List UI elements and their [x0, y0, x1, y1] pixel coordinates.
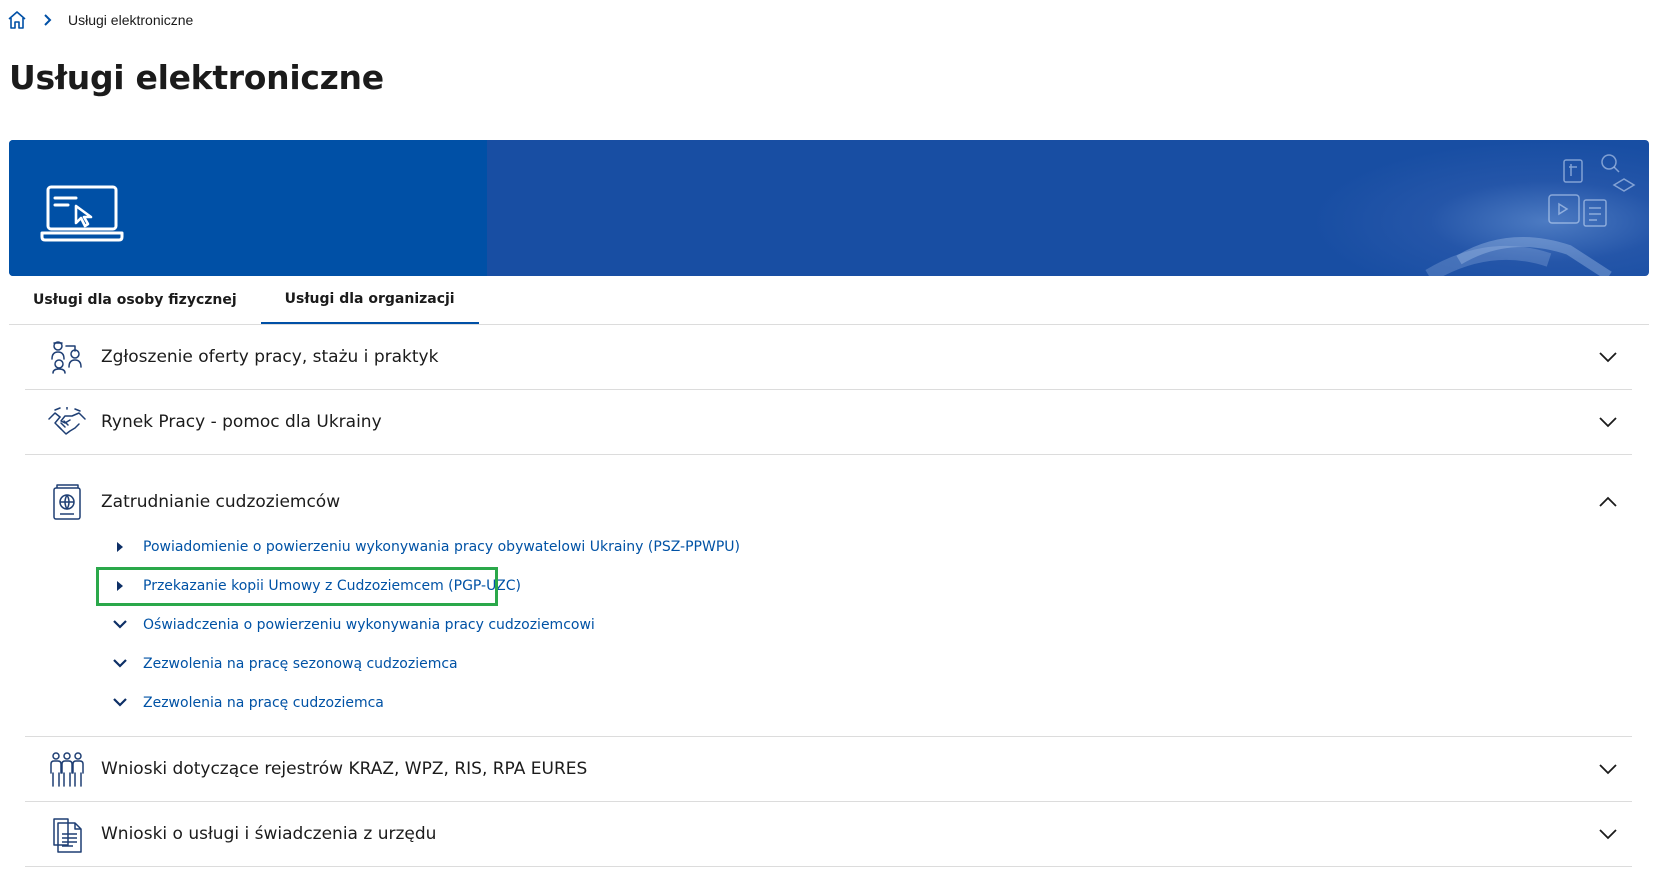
handshake-icon [47, 402, 87, 442]
chevron-down-icon[interactable] [1598, 759, 1618, 779]
accordion-title: Zatrudnianie cudzoziemców [101, 492, 341, 512]
accordion-header-ukraina[interactable]: Rynek Pracy - pomoc dla Ukrainy [25, 390, 1632, 454]
tab-organizacji[interactable]: Usługi dla organizacji [260, 276, 479, 324]
tab-osoby-fizycznej[interactable]: Usługi dla osoby fizycznej [9, 276, 261, 324]
chevron-right-icon [42, 14, 54, 26]
caret-right-icon [111, 538, 129, 556]
accordion-title: Wnioski dotyczące rejestrów KRAZ, WPZ, R… [101, 759, 588, 779]
services-accordion: Zgłoszenie oferty pracy, stażu i praktyk… [25, 325, 1632, 867]
accordion-header-oferty-pracy[interactable]: Zgłoszenie oferty pracy, stażu i praktyk [25, 325, 1632, 389]
chevron-down-icon [111, 694, 129, 712]
service-group-oswiadczenia[interactable]: Oświadczenia o powierzeniu wykonywania p… [111, 605, 1632, 644]
accordion-title: Rynek Pracy - pomoc dla Ukrainy [101, 412, 382, 432]
service-group-label[interactable]: Oświadczenia o powierzeniu wykonywania p… [143, 617, 595, 633]
accordion-header-wnioski[interactable]: Wnioski o usługi i świadczenia z urzędu [25, 802, 1632, 866]
breadcrumb: Usługi elektroniczne [6, 9, 193, 31]
service-group-sezonowa[interactable]: Zezwolenia na pracę sezonową cudzoziemca [111, 644, 1632, 683]
chevron-down-icon[interactable] [1598, 347, 1618, 367]
service-link-pgp-uzc[interactable]: Przekazanie kopii Umowy z Cudzoziemcem (… [111, 566, 1632, 605]
accordion-title: Wnioski o usługi i świadczenia z urzędu [101, 824, 437, 844]
passport-globe-icon [47, 482, 87, 522]
people-offer-icon [47, 337, 87, 377]
caret-right-icon [111, 577, 129, 595]
service-link-label[interactable]: Powiadomienie o powierzeniu wykonywania … [143, 539, 740, 555]
accordion-body-cudzoziemcy: Powiadomienie o powierzeniu wykonywania … [25, 527, 1632, 736]
tab-bar: Usługi dla osoby fizycznej Usługi dla or… [9, 276, 1649, 325]
group-people-icon [47, 749, 87, 789]
service-link-psz-ppwpu[interactable]: Powiadomienie o powierzeniu wykonywania … [111, 527, 1632, 566]
documents-icon [47, 814, 87, 854]
accordion-item-wnioski: Wnioski o usługi i świadczenia z urzędu [25, 802, 1632, 867]
accordion-item-ukraina: Rynek Pracy - pomoc dla Ukrainy [25, 390, 1632, 455]
laptop-cursor-icon [40, 184, 124, 247]
chevron-down-icon[interactable] [1598, 824, 1618, 844]
accordion-item-cudzoziemcy: Zatrudnianie cudzoziemców Powiadomienie … [25, 455, 1632, 737]
chevron-down-icon[interactable] [1598, 412, 1618, 432]
breadcrumb-current: Usługi elektroniczne [68, 12, 194, 28]
chevron-down-icon [111, 616, 129, 634]
hero-banner [9, 140, 1649, 276]
accordion-header-rejestry[interactable]: Wnioski dotyczące rejestrów KRAZ, WPZ, R… [25, 737, 1632, 801]
banner-photo [1309, 140, 1649, 276]
chevron-down-icon [111, 655, 129, 673]
accordion-item-rejestry: Wnioski dotyczące rejestrów KRAZ, WPZ, R… [25, 737, 1632, 802]
service-group-label[interactable]: Zezwolenia na pracę sezonową cudzoziemca [143, 656, 458, 672]
chevron-up-icon[interactable] [1598, 491, 1618, 511]
service-link-label[interactable]: Przekazanie kopii Umowy z Cudzoziemcem (… [143, 578, 521, 594]
home-icon[interactable] [6, 9, 28, 31]
service-group-zezwolenia[interactable]: Zezwolenia na pracę cudzoziemca [111, 683, 1632, 722]
page-title: Usługi elektroniczne [9, 58, 384, 97]
service-group-label[interactable]: Zezwolenia na pracę cudzoziemca [143, 695, 384, 711]
accordion-title: Zgłoszenie oferty pracy, stażu i praktyk [101, 347, 439, 367]
accordion-item-oferty-pracy: Zgłoszenie oferty pracy, stażu i praktyk [25, 325, 1632, 390]
